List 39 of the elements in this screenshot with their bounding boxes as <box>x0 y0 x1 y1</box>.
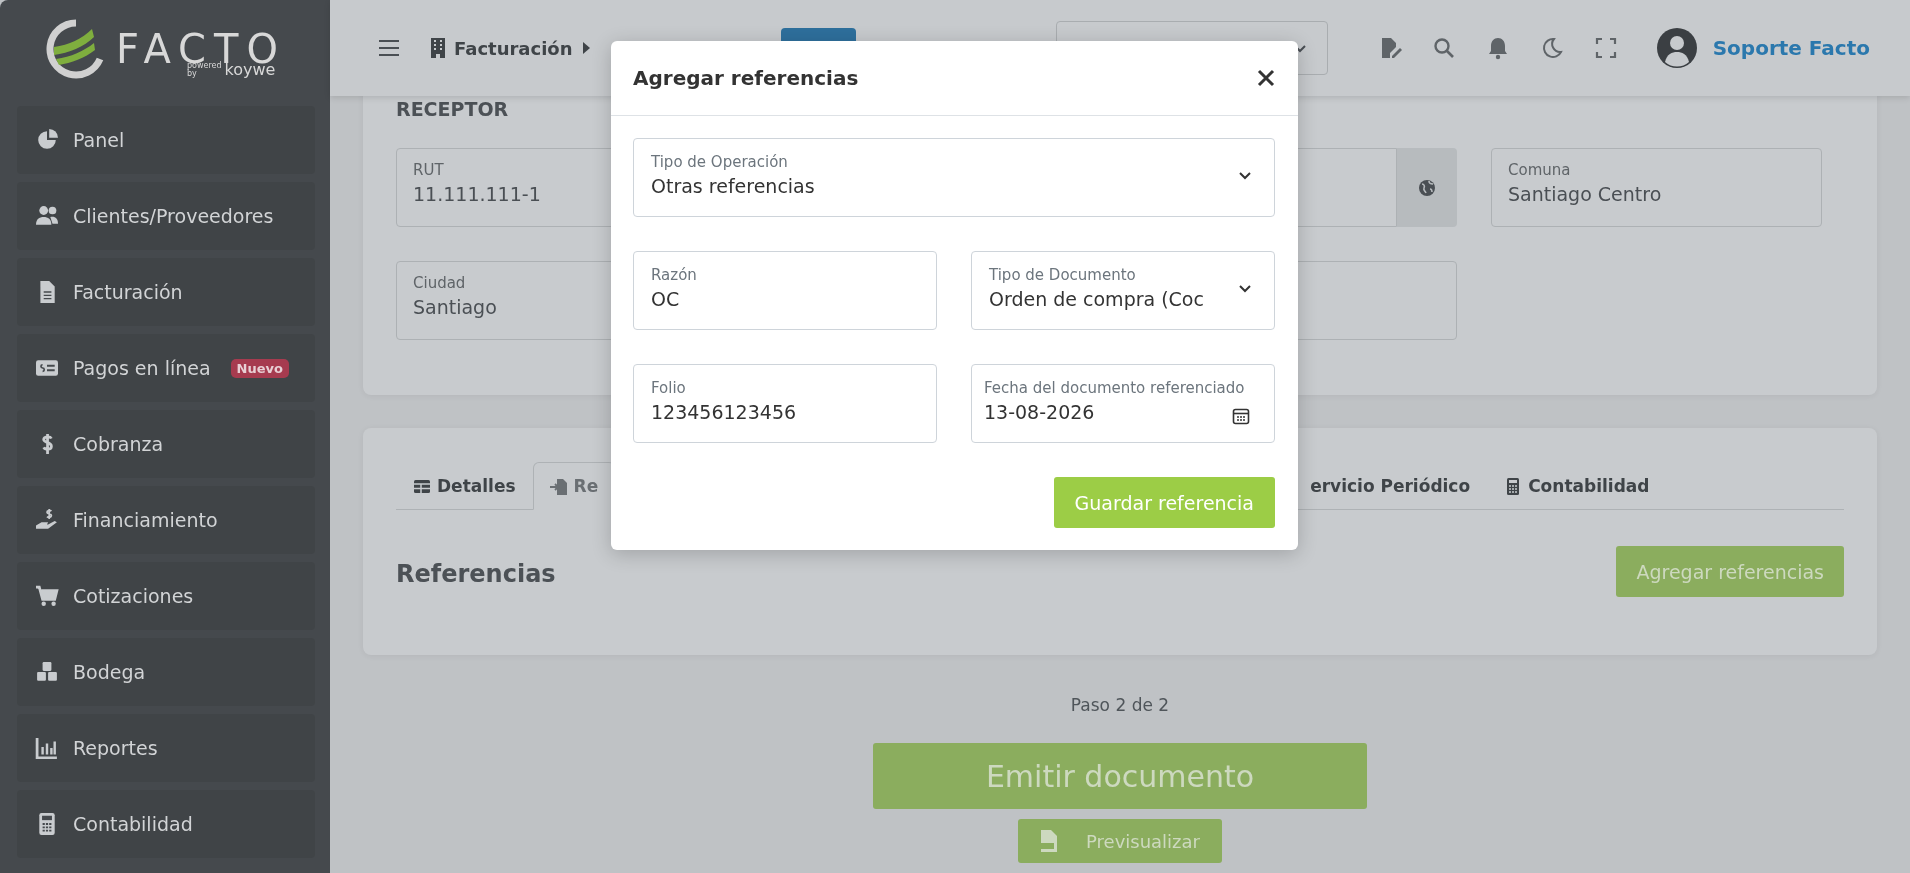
section-title: RECEPTOR <box>396 98 510 120</box>
field-value: Orden de compra (Coc <box>989 288 1204 310</box>
field-label: RUT <box>413 161 444 179</box>
section-title: Referencias <box>396 560 556 588</box>
dialog-title: Agregar referencias <box>633 66 859 90</box>
field-value: OC <box>651 288 680 310</box>
field-value: 13-08-2026 <box>984 401 1095 423</box>
text-field[interactable]: Razón OC <box>633 251 937 330</box>
field-label: Fecha del documento referenciado <box>984 379 1245 397</box>
select-field[interactable]: Tipo de Documento Orden de compra (Coc <box>971 251 1275 330</box>
sidebar-item[interactable]: Panel <box>17 106 315 174</box>
sidebar-item[interactable]: Pagos en línea Nuevo <box>17 334 315 402</box>
field-label: Razón <box>651 266 697 284</box>
tab[interactable]: ervicio Periódico <box>1305 462 1488 510</box>
field-label: Comuna <box>1508 161 1571 179</box>
field-label: Ciudad <box>413 274 466 292</box>
field-label: Folio <box>651 379 686 397</box>
sidebar-item[interactable]: Bodega <box>17 638 315 706</box>
field-value: Santiago Centro <box>1508 183 1662 205</box>
step-indicator: Paso 2 de 2 <box>1069 695 1171 715</box>
date-field[interactable]: Fecha del documento referenciado 13-08-2026 <box>971 364 1275 443</box>
sidebar-item[interactable]: Clientes/Proveedores <box>17 182 315 250</box>
sidebar-item[interactable]: Facturación <box>17 258 315 326</box>
field-value: Santiago <box>413 296 497 318</box>
select-field[interactable]: Tipo de Operación Otras referencias <box>633 138 1275 217</box>
field-value: 11.111.111-1 <box>413 183 541 205</box>
sidebar-item[interactable]: Reportes <box>17 714 315 782</box>
breadcrumb-link[interactable]: Facturación <box>454 37 573 59</box>
sidebar-item[interactable]: Cobranza <box>17 410 315 478</box>
sidebar-item[interactable]: Cotizaciones <box>17 562 315 630</box>
sidebar-item[interactable]: Contabilidad <box>17 790 315 858</box>
text-field[interactable]: Comuna Santiago Centro <box>1491 148 1822 227</box>
text-field[interactable]: Folio 123456123456 <box>633 364 937 443</box>
tab[interactable]: Detalles <box>396 462 533 510</box>
field-value: 123456123456 <box>651 401 797 423</box>
new-badge: Nuevo <box>230 358 289 378</box>
sidebar-item[interactable]: Financiamiento <box>17 486 315 554</box>
tab[interactable]: Contabilidad <box>1487 462 1667 510</box>
field-label: Tipo de Documento <box>989 266 1136 284</box>
